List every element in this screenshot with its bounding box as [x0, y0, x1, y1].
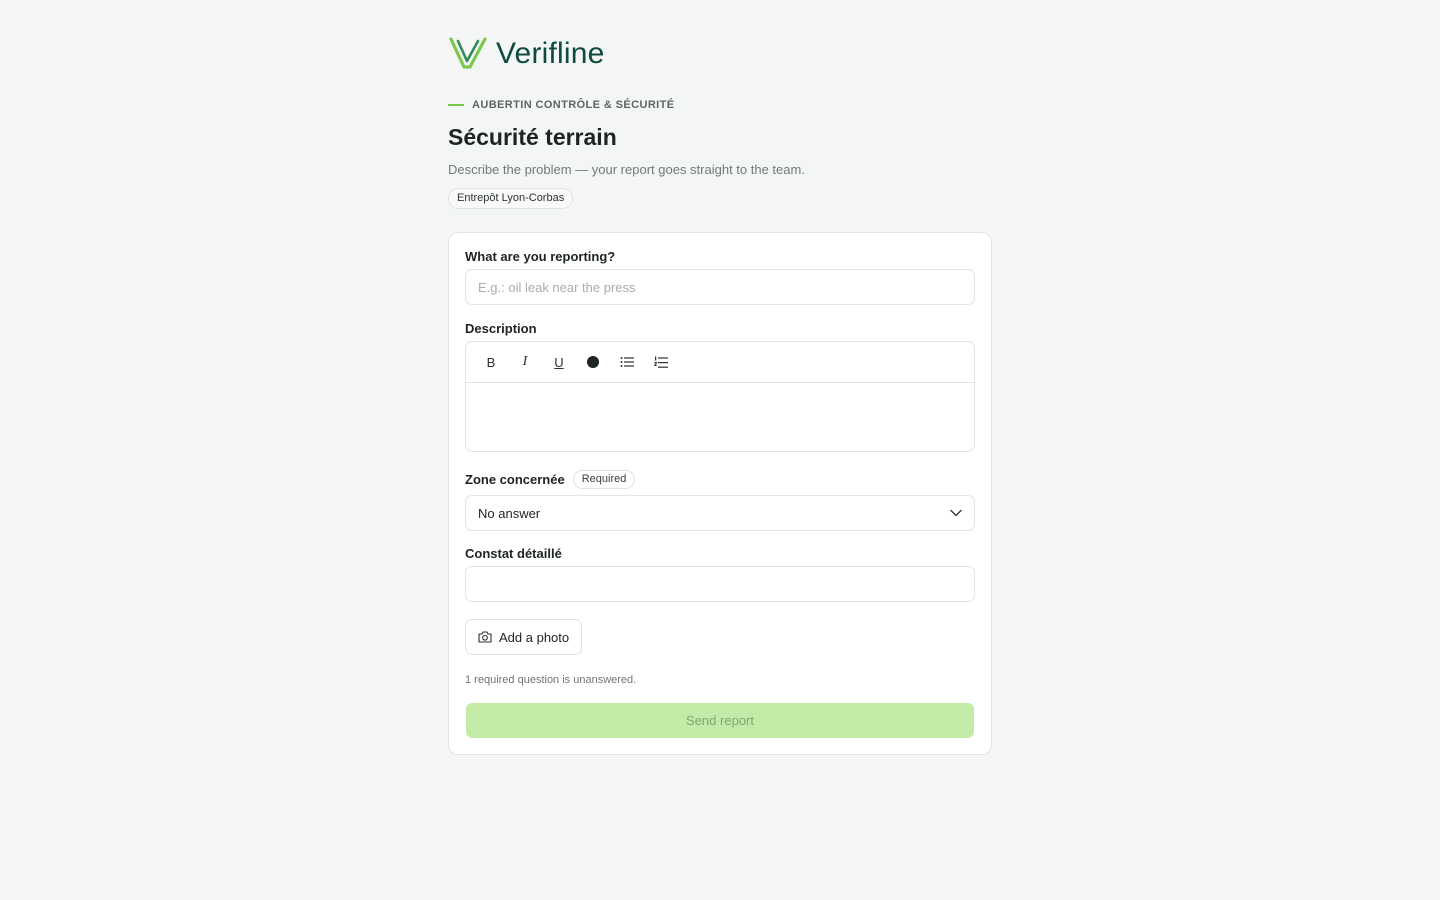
numbered-list-icon — [654, 356, 668, 368]
page-title: Sécurité terrain — [448, 124, 617, 150]
site-chip: Entrepôt Lyon-Corbas — [448, 188, 574, 209]
verifline-logo-icon — [449, 37, 487, 69]
bold-button[interactable]: B — [479, 350, 503, 374]
chevron-down-icon — [950, 509, 962, 517]
zone-select-value: No answer — [478, 505, 541, 521]
numbered-list-button[interactable] — [649, 350, 673, 374]
bold-icon: B — [486, 354, 496, 370]
zone-label: Zone concernée — [465, 471, 565, 487]
underline-button[interactable]: U — [547, 350, 571, 374]
color-dot-icon — [587, 356, 599, 368]
underline-icon: U — [554, 354, 564, 370]
camera-icon — [478, 631, 492, 643]
page-subtitle: Describe the problem — your report goes … — [448, 162, 805, 177]
brand-name: Verifline — [496, 37, 605, 70]
text-color-button[interactable] — [581, 350, 605, 374]
report-form-card: What are you reporting? Description B I … — [448, 232, 992, 755]
constat-input[interactable] — [465, 566, 975, 602]
bullet-list-icon — [620, 357, 634, 367]
constat-label: Constat détaillé — [465, 546, 562, 561]
reporting-input[interactable] — [465, 269, 975, 305]
add-photo-label: Add a photo — [499, 629, 570, 645]
send-report-button[interactable]: Send report — [466, 703, 974, 738]
kicker-accent-line — [448, 104, 464, 106]
editor-toolbar: B I U — [466, 342, 974, 383]
description-textarea[interactable] — [466, 383, 974, 451]
organization-kicker: AUBERTIN CONTRÔLE & SÉCURITÉ — [448, 98, 674, 112]
italic-button[interactable]: I — [513, 350, 537, 374]
zone-label-row: Zone concernée Required — [465, 470, 636, 489]
description-editor: B I U — [465, 341, 975, 452]
organization-name: AUBERTIN CONTRÔLE & SÉCURITÉ — [472, 99, 675, 111]
required-badge: Required — [572, 470, 636, 489]
description-label: Description — [465, 321, 537, 336]
reporting-label: What are you reporting? — [465, 249, 616, 264]
bullet-list-button[interactable] — [615, 350, 639, 374]
add-photo-button[interactable]: Add a photo — [465, 619, 583, 655]
brand-logo: Verifline — [448, 34, 605, 74]
validation-hint: 1 required question is unanswered. — [465, 674, 637, 686]
italic-icon: I — [522, 354, 528, 369]
zone-select[interactable]: No answer — [465, 495, 975, 531]
